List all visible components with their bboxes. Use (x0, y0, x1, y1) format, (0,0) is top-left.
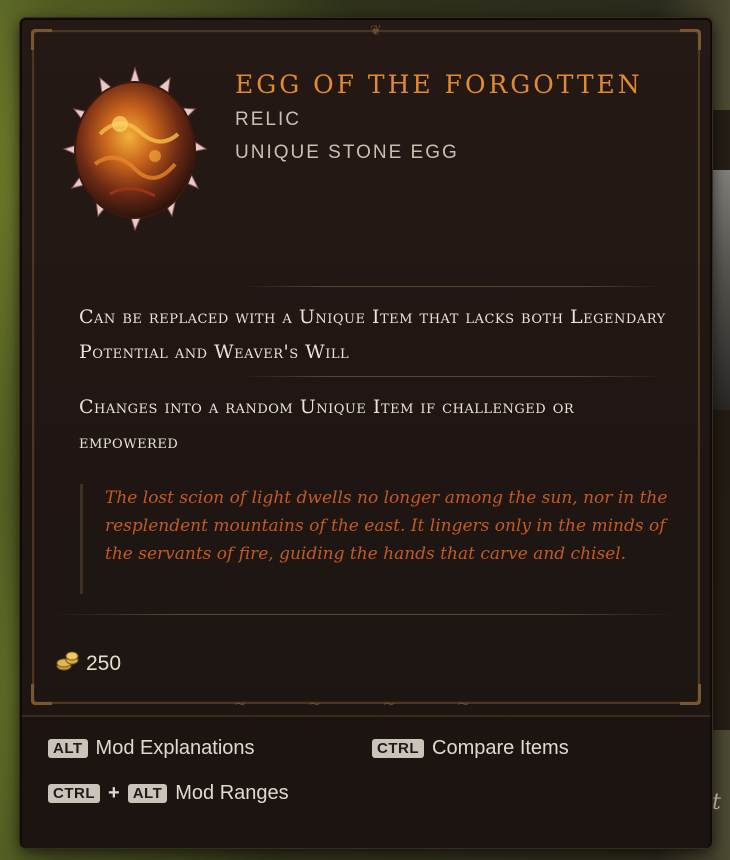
item-type: RELIC (235, 109, 301, 130)
hint-mod-explanations: ALT Mod Explanations (48, 737, 255, 760)
frame-ornament-top: ❦ (370, 23, 382, 39)
key-alt: ALT (127, 784, 168, 803)
hint-label: Mod Explanations (95, 737, 255, 759)
key-ctrl: CTRL (48, 784, 100, 803)
value-amount: 250 (86, 652, 122, 675)
background-text-fragment: t (712, 790, 721, 815)
key-hints: ALT Mod Explanations CTRL Compare Items … (22, 715, 710, 848)
hint-mod-ranges: CTRL + ALT Mod Ranges (48, 782, 289, 805)
spiked-stone-egg-icon (60, 64, 210, 234)
item-tooltip: ❦ ~ ~ ~ ~ EGG OF THE FORGOTTEN RELIC UNI… (20, 18, 712, 848)
key-alt: ALT (48, 739, 88, 758)
frame-corner (680, 29, 701, 50)
affix-changes: Changes into a random Unique Item if cha… (79, 396, 575, 453)
item-name: EGG OF THE FORGOTTEN (235, 70, 643, 99)
key-ctrl: CTRL (372, 739, 424, 758)
lore-text: The lost scion of light dwells no longer… (80, 484, 690, 594)
affix-replace: Can be replaced with a Unique Item that … (79, 306, 666, 363)
item-subtype: UNIQUE STONE EGG (235, 142, 459, 163)
frame-corner (31, 29, 52, 50)
divider (52, 614, 680, 615)
hint-label: Compare Items (432, 737, 569, 759)
plus-sign: + (108, 782, 120, 804)
hint-compare-items: CTRL Compare Items (372, 737, 569, 760)
hint-label: Mod Ranges (175, 782, 289, 804)
divider (242, 376, 662, 377)
divider (242, 286, 662, 287)
frame-ornament-bottom: ~ ~ ~ ~ (233, 694, 499, 713)
item-value: 250 (56, 650, 121, 678)
gold-coins-icon (56, 650, 80, 678)
